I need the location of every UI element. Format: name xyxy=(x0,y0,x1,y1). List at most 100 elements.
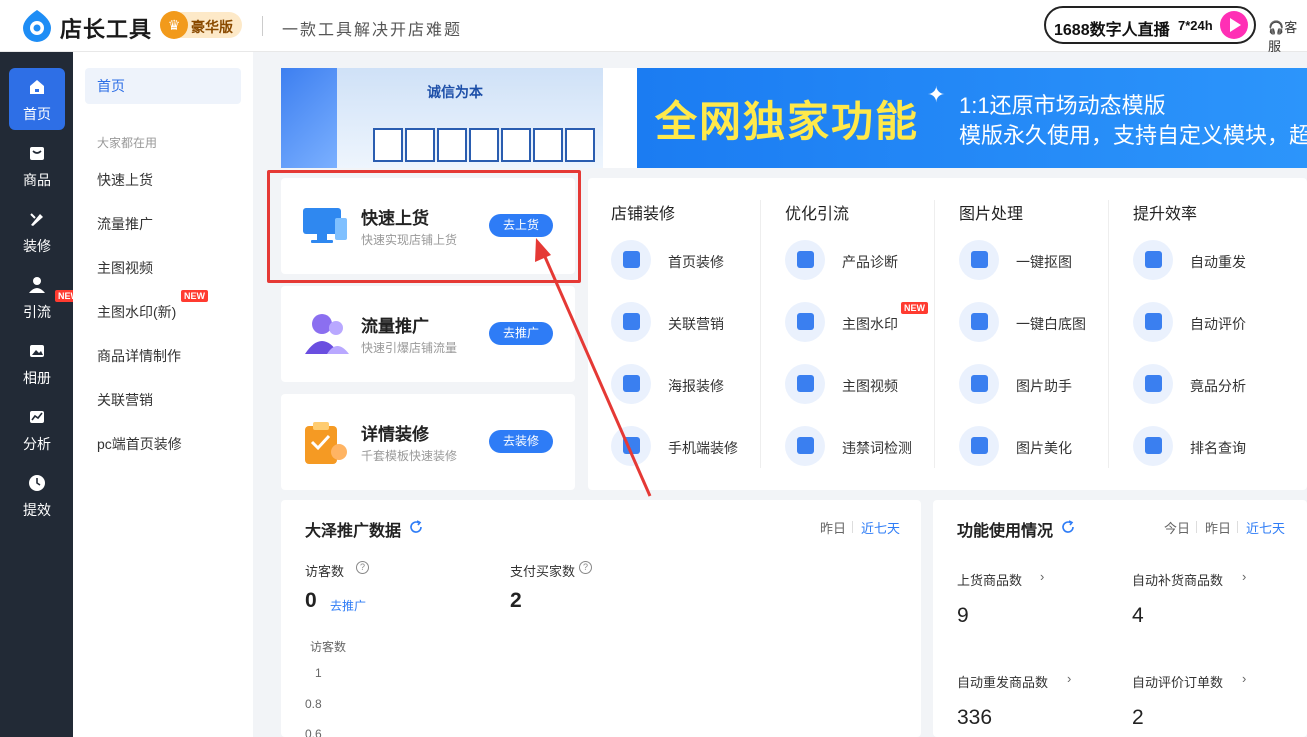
home-icon xyxy=(30,80,44,94)
analysis-icon xyxy=(1133,364,1173,404)
header-divider xyxy=(262,16,263,36)
submenu-home[interactable]: 首页 xyxy=(85,68,241,104)
range-divider xyxy=(1237,521,1238,533)
tool-label: 自动重发 xyxy=(1190,254,1246,270)
quick-card-promote[interactable]: 流量推广 快速引爆店铺流量 去推广 xyxy=(281,286,575,382)
refresh-icon[interactable] xyxy=(1061,520,1075,534)
tool-label: 海报装修 xyxy=(668,378,724,394)
range-last-7-days[interactable]: 近七天 xyxy=(861,518,900,537)
brand-name: 店长工具 xyxy=(60,17,153,42)
annotation-highlight-box xyxy=(267,170,581,283)
clipboard-icon xyxy=(305,422,347,464)
sub-menu: 首页 大家都在用 快速上货 流量推广 主图视频 主图水印(新) NEW 商品详情… xyxy=(73,52,253,737)
logo-icon xyxy=(23,10,51,42)
y-tick: 0.8 xyxy=(305,697,322,711)
metric-label: 支付买家数 xyxy=(510,564,576,579)
nav-efficiency[interactable]: 提效 xyxy=(9,464,65,526)
nav-decorate[interactable]: 装修 xyxy=(9,200,65,262)
nav-label: 分析 xyxy=(23,436,51,452)
beautify-icon xyxy=(959,426,999,466)
top-header: 店长工具 ♛ 豪华版 一款工具解决开店难题 1688数字人直播 7*24h 🎧客… xyxy=(0,0,1307,55)
range-yesterday[interactable]: 昨日 xyxy=(820,518,846,537)
metric-value: 9 xyxy=(957,604,969,627)
user-icon xyxy=(29,277,45,293)
layout-icon xyxy=(611,240,651,280)
tool-label: 首页装修 xyxy=(668,254,724,270)
column-title: 优化引流 xyxy=(785,206,850,223)
nav-home[interactable]: 首页 xyxy=(9,68,65,130)
white-bg-icon xyxy=(959,302,999,342)
watermark-icon xyxy=(785,302,825,342)
chevron-right-icon[interactable]: › xyxy=(1040,569,1044,584)
phone-icon xyxy=(611,426,651,466)
metric-value: 4 xyxy=(1132,604,1144,627)
users-icon xyxy=(305,314,349,354)
crown-icon: ♛ xyxy=(160,11,188,39)
banner-product-title: 诚信为本 xyxy=(427,84,483,100)
help-icon[interactable]: ? xyxy=(356,561,369,574)
card-subtitle: 千套模板快速装修 xyxy=(361,449,458,463)
submenu-item[interactable]: 商品详情制作 xyxy=(97,346,181,366)
chart-icon xyxy=(30,411,44,423)
review-icon xyxy=(1133,302,1173,342)
submenu-item[interactable]: 快速上货 xyxy=(97,170,153,190)
quick-card-decorate[interactable]: 详情装修 千套模板快速装修 去装修 xyxy=(281,394,575,490)
metric-label[interactable]: 自动重发商品数 xyxy=(957,672,1048,691)
go-decorate-button[interactable]: 去装修 xyxy=(489,430,553,453)
live-stream-button[interactable]: 1688数字人直播 7*24h xyxy=(1044,6,1256,44)
metric-label[interactable]: 自动补货商品数 xyxy=(1132,570,1223,589)
headset-icon: 🎧 xyxy=(1268,20,1285,35)
refresh-icon[interactable] xyxy=(409,520,423,534)
play-icon xyxy=(1220,11,1248,39)
promo-stats-panel: 大泽推广数据 昨日 近七天 访客数 ? 0 去推广 支付买家数 ? 2 访客数 … xyxy=(281,500,921,737)
tool-label: 一键抠图 xyxy=(1016,254,1072,270)
metric-value: 2 xyxy=(510,589,522,612)
nav-label: 相册 xyxy=(23,370,51,386)
go-promote-button[interactable]: 去推广 xyxy=(489,322,553,345)
range-divider xyxy=(1196,521,1197,533)
submenu-item[interactable]: 流量推广 xyxy=(97,214,153,234)
nav-label: 引流 xyxy=(23,304,51,320)
range-yesterday[interactable]: 昨日 xyxy=(1205,518,1231,537)
panel-title: 功能使用情况 xyxy=(957,523,1054,540)
live-label: 1688数字人直播 xyxy=(1054,22,1170,39)
range-today[interactable]: 今日 xyxy=(1164,518,1190,537)
image-icon xyxy=(611,364,651,404)
promo-banner[interactable]: 诚信为本 全网独家功能 ✦ 1:1还原市场动态模版 模版永久使用，支持自定义模块… xyxy=(281,68,1307,168)
tool-label: 主图视频 xyxy=(842,378,898,394)
live-hours: 7*24h xyxy=(1178,18,1213,33)
nav-label: 装修 xyxy=(23,238,51,254)
help-icon[interactable]: ? xyxy=(579,561,592,574)
submenu-item[interactable]: 关联营销 xyxy=(97,390,153,410)
ranking-icon xyxy=(1133,426,1173,466)
nav-album[interactable]: 相册 xyxy=(9,332,65,394)
usage-panel: 功能使用情况 今日 昨日 近七天 上货商品数 › 9 自动补货商品数 › 4 自… xyxy=(933,500,1307,737)
column-divider xyxy=(934,200,935,468)
range-last-7-days[interactable]: 近七天 xyxy=(1246,518,1285,537)
tool-label: 手机端装修 xyxy=(668,440,738,456)
banner-line-1: 1:1还原市场动态模版 xyxy=(959,93,1166,118)
chevron-right-icon[interactable]: › xyxy=(1242,671,1246,686)
calendar-icon xyxy=(611,302,651,342)
metric-value: 336 xyxy=(957,706,993,729)
submenu-item[interactable]: pc端首页装修 xyxy=(97,434,182,454)
chevron-right-icon[interactable]: › xyxy=(1242,569,1246,584)
metric-label[interactable]: 自动评价订单数 xyxy=(1132,672,1223,691)
nav-analysis[interactable]: 分析 xyxy=(9,398,65,460)
nav-goods[interactable]: 商品 xyxy=(9,134,65,196)
main-sidebar: 首页 商品 装修 引流 NEW 相册 分析 提效 xyxy=(0,52,82,737)
metric-label[interactable]: 上货商品数 xyxy=(957,570,1022,589)
tool-label: 违禁词检测 xyxy=(842,440,912,456)
y-tick: 0.6 xyxy=(305,727,322,737)
column-title: 店铺装修 xyxy=(611,206,676,223)
tools-panel: 店铺装修 优化引流 图片处理 提升效率 首页装修 关联营销 海报装修 手机端装修… xyxy=(588,178,1307,490)
submenu-item[interactable]: 主图视频 xyxy=(97,258,153,278)
column-divider xyxy=(760,200,761,468)
customer-service-link[interactable]: 🎧客服 xyxy=(1268,17,1307,55)
tool-label: 图片美化 xyxy=(1016,440,1072,456)
go-promote-link[interactable]: 去推广 xyxy=(330,597,366,614)
chevron-right-icon[interactable]: › xyxy=(1067,671,1071,686)
vip-badge[interactable]: ♛ 豪华版 xyxy=(160,11,242,39)
submenu-item[interactable]: 主图水印(新) xyxy=(97,302,176,322)
tool-label: 一键白底图 xyxy=(1016,316,1086,332)
